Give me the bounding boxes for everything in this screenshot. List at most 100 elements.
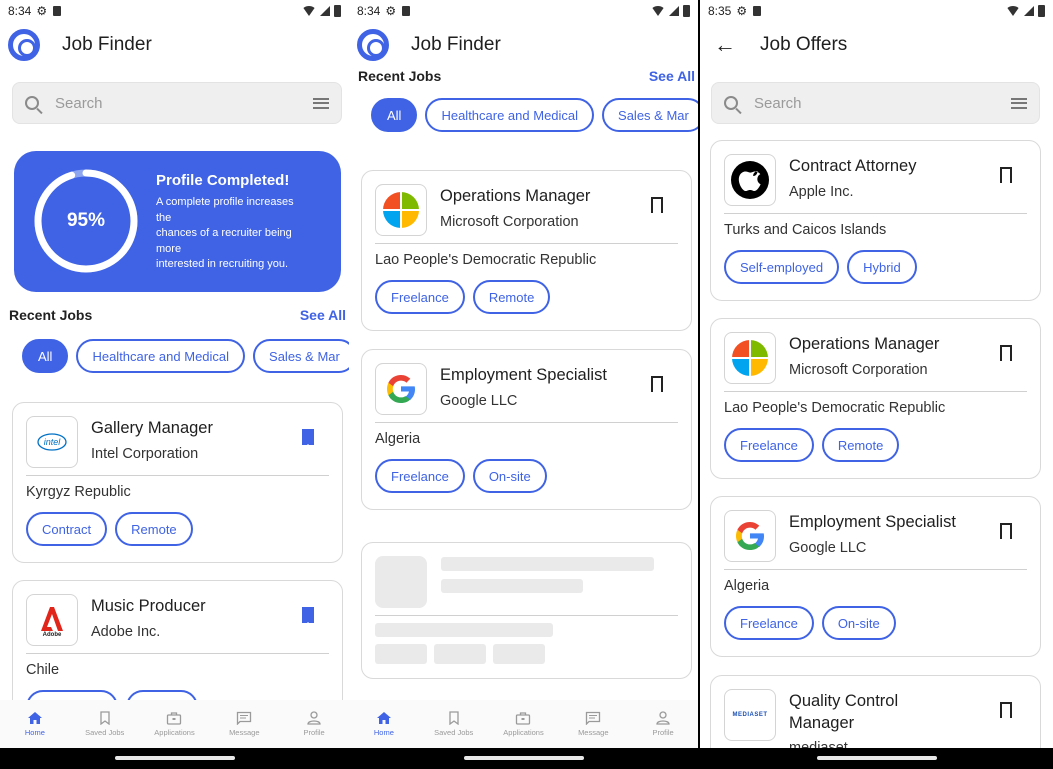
job-tag[interactable]: Hybrid: [847, 250, 917, 284]
bookmark-filled-icon[interactable]: [302, 429, 314, 450]
page-title: Job Offers: [760, 34, 848, 55]
home-indicator[interactable]: [463, 756, 584, 760]
see-all-link[interactable]: See All: [300, 307, 346, 323]
bookmark-icon[interactable]: [1000, 345, 1012, 366]
job-title: Operations Manager: [789, 335, 940, 353]
job-tag[interactable]: Freelance: [724, 428, 814, 462]
job-card[interactable]: Employment Specialist Google LLC Algeria…: [361, 349, 692, 510]
bookmark-icon[interactable]: [1000, 523, 1012, 544]
chip-sales[interactable]: Sales & Mar: [253, 339, 349, 373]
app-bar: ← Job Offers: [700, 25, 1053, 65]
person-icon: [307, 711, 321, 725]
back-arrow-icon[interactable]: ←: [714, 32, 736, 58]
home-indicator[interactable]: [816, 756, 937, 760]
message-icon: [237, 711, 252, 725]
google-logo: [724, 510, 776, 562]
job-tag[interactable]: On-site: [472, 459, 547, 493]
see-all-link[interactable]: See All: [649, 68, 695, 84]
app-title: Job Finder: [62, 34, 152, 55]
nav-message[interactable]: Message: [558, 700, 628, 748]
job-title: Music Producer: [91, 597, 206, 615]
svg-text:Adobe: Adobe: [43, 632, 62, 637]
profile-text-line: more: [156, 242, 182, 255]
nav-label: Saved Jobs: [85, 728, 125, 737]
job-card[interactable]: Operations Manager Microsoft Corporation…: [710, 318, 1041, 479]
profile-completion-card[interactable]: 95% Profile Completed! A complete profil…: [14, 151, 341, 292]
nav-saved-jobs[interactable]: Saved Jobs: [419, 700, 489, 748]
nav-label: Home: [24, 728, 45, 737]
job-title: Employment Specialist: [789, 513, 956, 531]
job-title-line: Quality Control: [789, 692, 899, 710]
nav-home[interactable]: Home: [349, 700, 419, 748]
nav-home[interactable]: Home: [0, 700, 70, 748]
skeleton-tag: [493, 644, 545, 664]
profile-text-line: the: [156, 211, 172, 224]
job-card[interactable]: Contract Attorney Apple Inc. Turks and C…: [710, 140, 1041, 301]
wifi-icon: [651, 6, 665, 16]
nav-applications[interactable]: Applications: [140, 700, 210, 748]
battery-icon: [683, 5, 690, 17]
job-tag[interactable]: Self-employed: [724, 250, 840, 284]
apple-logo: [724, 154, 776, 206]
nav-label: Home: [373, 728, 394, 737]
filter-menu-icon[interactable]: [1011, 97, 1027, 109]
job-tag[interactable]: Remote: [472, 280, 551, 314]
chip-all[interactable]: All: [371, 98, 418, 132]
loading-skeleton-card: [361, 542, 692, 679]
skeleton-line: [441, 579, 583, 593]
nav-saved-jobs[interactable]: Saved Jobs: [70, 700, 140, 748]
chip-healthcare[interactable]: Healthcare and Medical: [76, 339, 246, 373]
search-icon: [724, 96, 738, 110]
nav-profile[interactable]: Profile: [628, 700, 698, 748]
nav-label: Profile: [652, 728, 674, 737]
nav-message[interactable]: Message: [209, 700, 279, 748]
job-tag[interactable]: On-site: [821, 606, 896, 640]
job-card[interactable]: intel Gallery Manager Intel Corporation …: [12, 402, 343, 563]
app-bar: Job Finder: [349, 25, 698, 65]
job-tag[interactable]: Remote: [821, 428, 900, 462]
battery-icon: [334, 5, 341, 17]
company-name: Google LLC: [789, 540, 867, 556]
nav-applications[interactable]: Applications: [489, 700, 559, 748]
screen-job-offers: 8:35 ⚙ ← Job Offers Search Contract Atto…: [700, 0, 1053, 769]
job-title: Contract Attorney: [789, 157, 917, 175]
chip-all[interactable]: All: [22, 339, 69, 373]
chip-healthcare[interactable]: Healthcare and Medical: [425, 98, 595, 132]
job-location: Chile: [26, 662, 60, 678]
divider: [724, 213, 1027, 214]
signal-icon: [320, 6, 330, 16]
nav-label: Message: [578, 728, 609, 737]
job-tag[interactable]: Contract: [26, 512, 108, 546]
company-name: Microsoft Corporation: [789, 362, 928, 378]
home-indicator[interactable]: [114, 756, 235, 760]
chip-sales[interactable]: Sales & Mar: [602, 98, 698, 132]
search-input[interactable]: Search: [12, 82, 342, 124]
bookmark-icon[interactable]: [1000, 702, 1012, 723]
google-logo: [375, 363, 427, 415]
clock: 8:34: [357, 4, 381, 18]
job-tags: Freelance On-site: [724, 606, 896, 640]
search-input[interactable]: Search: [711, 82, 1040, 124]
bookmark-icon[interactable]: [1000, 167, 1012, 188]
job-tags: Freelance On-site: [375, 459, 547, 493]
microsoft-logo: [375, 184, 427, 236]
bookmark-icon[interactable]: [651, 376, 663, 397]
bookmark-icon[interactable]: [651, 197, 663, 218]
profile-text-line: chances of a recruiter being: [156, 227, 292, 239]
job-card[interactable]: Employment Specialist Google LLC Algeria…: [710, 496, 1041, 657]
job-tag[interactable]: Freelance: [375, 459, 465, 493]
profile-description: A complete profile increases the chances…: [156, 195, 324, 273]
signal-icon: [1024, 6, 1034, 16]
nav-profile[interactable]: Profile: [279, 700, 349, 748]
job-tag[interactable]: Remote: [115, 512, 193, 546]
screen-home-scrolled: 8:34 ⚙ Job Finder Recent Jobs See All Al…: [349, 0, 698, 769]
job-card[interactable]: Operations Manager Microsoft Corporation…: [361, 170, 692, 331]
bookmark-filled-icon[interactable]: [302, 607, 314, 628]
job-tag[interactable]: Freelance: [375, 280, 465, 314]
divider: [26, 653, 329, 654]
job-tag[interactable]: Freelance: [724, 606, 814, 640]
settings-status-icon: ⚙: [385, 4, 397, 18]
profile-text-line: interested in recruiting you.: [156, 258, 289, 270]
job-tags: Freelance Remote: [375, 280, 551, 314]
filter-menu-icon[interactable]: [313, 97, 329, 109]
